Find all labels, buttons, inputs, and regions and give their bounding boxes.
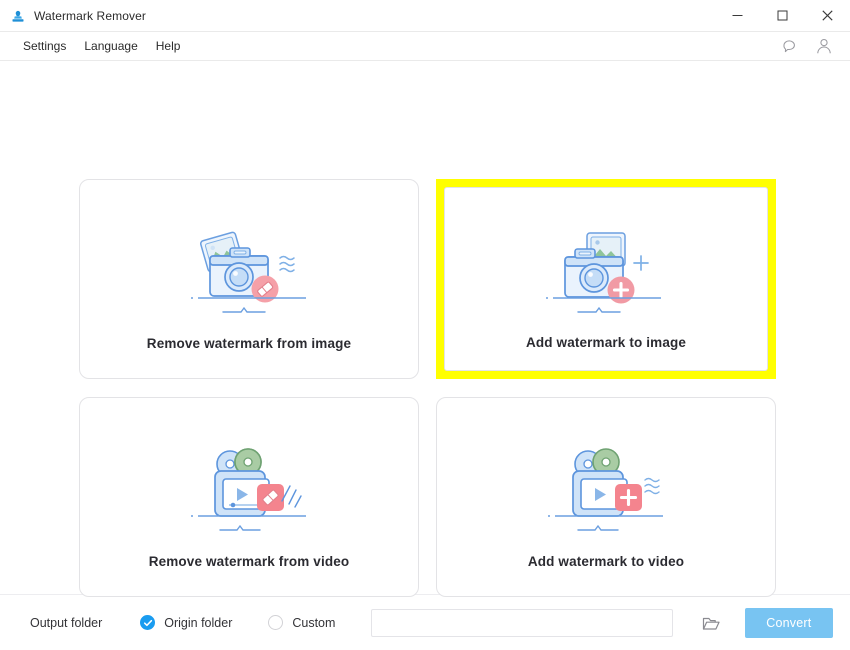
card-remove-watermark-from-image[interactable]: Remove watermark from image [79,179,419,379]
menu-bar: Settings Language Help [0,32,850,61]
minimize-button[interactable] [715,0,760,32]
stamp-icon [10,8,26,24]
card-label: Remove watermark from image [146,336,352,351]
card-label: Add watermark to image [525,335,687,350]
app-window: Watermark Remover Settings Language Help… [0,0,850,650]
menu-bar-actions [781,37,850,55]
video-reel-eraser-icon [191,448,307,531]
window-controls [715,0,850,32]
video-reel-plus-icon [548,448,664,531]
convert-button[interactable]: Convert [744,607,833,638]
radio-unselected-icon [268,615,284,630]
bottom-bar: Output folder Origin folder Custom Conve… [0,594,850,650]
camera-photos-plus-icon [546,232,662,313]
mode-card-grid: Remove watermark from image Add watermar… [79,179,776,597]
title-bar: Watermark Remover [0,0,850,32]
camera-photos-eraser-icon [191,231,307,313]
radio-origin-folder[interactable]: Origin folder [140,615,232,630]
card-remove-watermark-from-video[interactable]: Remove watermark from video [79,397,419,597]
radio-selected-icon [140,615,156,630]
card-label: Add watermark to video [527,554,685,569]
minimize-icon [732,15,743,16]
output-folder-label: Output folder [30,615,103,630]
card-add-watermark-to-image[interactable]: Add watermark to image [436,179,776,379]
close-button[interactable] [805,0,850,32]
maximize-icon [777,10,788,21]
menu-item-settings[interactable]: Settings [14,35,75,57]
menu-item-language[interactable]: Language [75,35,146,57]
close-icon [822,10,833,21]
output-path-input[interactable] [371,608,674,637]
menu-item-help[interactable]: Help [147,35,190,57]
radio-custom-folder-label: Custom [292,615,336,630]
radio-origin-folder-label: Origin folder [164,615,233,630]
folder-open-icon [702,617,720,630]
account-person-icon[interactable] [815,37,833,55]
main-content: Remove watermark from image Add watermar… [0,61,850,597]
card-add-watermark-to-video[interactable]: Add watermark to video [436,397,776,597]
maximize-button[interactable] [760,0,805,32]
window-title: Watermark Remover [34,8,146,23]
card-label: Remove watermark from video [148,554,350,569]
feedback-bubble-icon[interactable] [781,37,799,55]
browse-folder-button[interactable] [699,610,723,636]
radio-custom-folder[interactable]: Custom [268,615,335,630]
